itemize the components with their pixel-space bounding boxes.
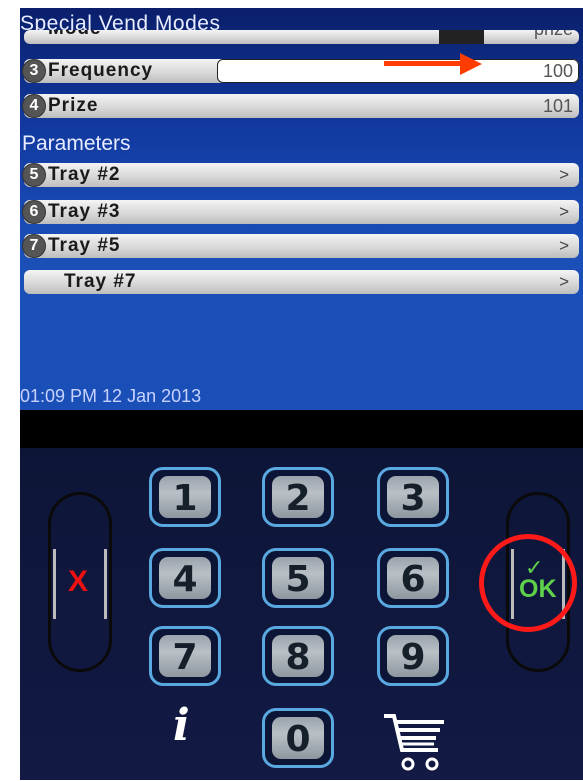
tray-label: Tray #3: [48, 201, 121, 222]
tray-row[interactable]: 5 Tray #2 >: [22, 163, 579, 187]
key-9-label: 9: [387, 635, 439, 678]
tray-row[interactable]: Tray #7 >: [24, 270, 579, 294]
tray-label: Tray #7: [64, 271, 137, 292]
prize-value: 101: [542, 96, 573, 116]
key-2-label: 2: [272, 476, 324, 519]
cancel-button[interactable]: X: [48, 492, 112, 672]
tray-number-badge: 5: [22, 163, 46, 187]
frequency-row[interactable]: 3 Frequency 100: [22, 59, 579, 83]
annotation-arrow: [384, 61, 462, 66]
key-0[interactable]: 0: [262, 708, 334, 768]
highlight-circle: [479, 534, 577, 632]
cancel-right-bar: [104, 549, 107, 619]
cancel-left-bar: [53, 549, 56, 619]
info-icon[interactable]: i: [173, 700, 190, 751]
cancel-x-icon: X: [68, 565, 89, 598]
tray-row[interactable]: 6 Tray #3 >: [22, 200, 579, 224]
prize-label: Prize: [48, 95, 99, 116]
screen-bezel-band: [20, 410, 583, 448]
key-5[interactable]: 5: [262, 548, 334, 608]
key-6-label: 6: [387, 557, 439, 600]
tray-number-badge: 7: [22, 234, 46, 258]
arrow-right-icon: [460, 53, 482, 75]
parameters-heading: Parameters: [22, 132, 131, 155]
key-7[interactable]: 7: [149, 626, 221, 686]
key-3-label: 3: [387, 476, 439, 519]
mode-label: Mode: [48, 30, 102, 40]
chevron-right-icon: >: [559, 165, 569, 184]
key-7-label: 7: [159, 635, 211, 678]
mode-row[interactable]: Mode prize: [24, 30, 579, 44]
key-1-label: 1: [159, 476, 211, 519]
frequency-value: 100: [542, 61, 573, 81]
frequency-number-badge: 3: [22, 59, 46, 83]
key-8-label: 8: [272, 635, 324, 678]
key-4-label: 4: [159, 557, 211, 600]
tray-label: Tray #2: [48, 164, 121, 185]
chevron-right-icon: >: [559, 202, 569, 221]
status-datetime: 01:09 PM 12 Jan 2013: [20, 386, 202, 406]
key-5-label: 5: [272, 557, 324, 600]
key-1[interactable]: 1: [149, 467, 221, 527]
lcd-screen: Special Vend Modes Mode prize 3 Frequenc…: [20, 8, 583, 410]
mode-value-box: [439, 30, 484, 44]
mode-value: prize: [534, 30, 573, 40]
key-0-label: 0: [272, 717, 324, 760]
key-8[interactable]: 8: [262, 626, 334, 686]
tray-label: Tray #5: [48, 235, 121, 256]
prize-number-badge: 4: [22, 94, 46, 118]
prize-row[interactable]: 4 Prize 101: [22, 94, 579, 118]
key-9[interactable]: 9: [377, 626, 449, 686]
tray-number-badge: 6: [22, 200, 46, 224]
key-6[interactable]: 6: [377, 548, 449, 608]
cart-icon[interactable]: [380, 710, 450, 776]
tray-row[interactable]: 7 Tray #5 >: [22, 234, 579, 258]
frequency-label: Frequency: [48, 60, 154, 81]
key-3[interactable]: 3: [377, 467, 449, 527]
chevron-right-icon: >: [559, 272, 569, 291]
chevron-right-icon: >: [559, 236, 569, 255]
key-2[interactable]: 2: [262, 467, 334, 527]
vending-panel: Special Vend Modes Mode prize 3 Frequenc…: [0, 0, 583, 780]
key-4[interactable]: 4: [149, 548, 221, 608]
